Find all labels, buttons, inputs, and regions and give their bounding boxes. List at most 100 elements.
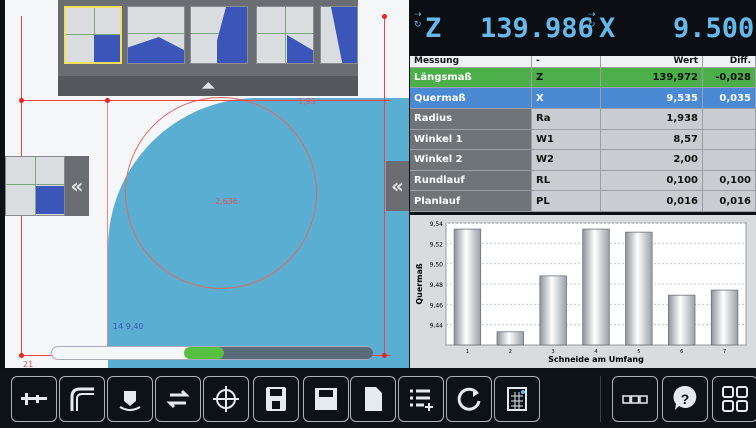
column-header: - <box>531 56 601 68</box>
measure-diff <box>702 129 756 151</box>
table-row[interactable]: Planlauf PL 0,016 0,016 <box>410 190 756 212</box>
position-readout: ⇢ ↻ Z 139.986 ⇢ ↻ X 9.500 <box>410 0 756 56</box>
save-button[interactable] <box>303 376 349 422</box>
view-thumbnail[interactable] <box>320 6 358 64</box>
radius-gauge-icon <box>70 387 94 411</box>
y-axis-label: Quermaß <box>415 263 424 305</box>
y-tick-label: 9,48 <box>430 282 444 289</box>
calculator-icon <box>507 387 527 411</box>
chart-bar <box>710 289 739 346</box>
calculator-button[interactable] <box>494 376 540 422</box>
measurement-table: Messung - Wert Diff. Längsmaß Z 139,972 … <box>410 56 756 212</box>
measure-symbol: W2 <box>531 149 601 171</box>
refresh-button[interactable] <box>446 376 492 422</box>
rotate-part-button[interactable] <box>107 376 153 422</box>
rotate-part-icon <box>119 391 141 411</box>
measure-point <box>382 353 387 358</box>
progress-knob[interactable] <box>183 347 224 359</box>
axis-arrows-icon: ⇢ ↻ <box>588 10 596 30</box>
caliper-button[interactable] <box>11 376 57 422</box>
list-add-button[interactable] <box>398 376 444 422</box>
radius-gauge-button[interactable] <box>59 376 105 422</box>
layout-grid-button[interactable] <box>712 376 756 422</box>
table-row[interactable]: Quermaß X 9,535 0,035 <box>410 87 756 110</box>
measure-value: 0,100 <box>600 170 703 192</box>
measure-symbol: Z <box>531 67 601 89</box>
document-icon <box>365 387 382 411</box>
x-axis-value: 9.500 <box>673 13 755 44</box>
label-corner: 21 <box>23 360 34 368</box>
chevron-up-icon: ⏶ <box>201 76 215 95</box>
measure-name: Rundlauf <box>410 170 532 192</box>
chart-bar <box>496 331 524 346</box>
measure-symbol: X <box>531 87 601 110</box>
measure-value: 2,00 <box>600 149 703 171</box>
measure-value: 1,938 <box>600 108 703 130</box>
caliper-icon <box>21 393 47 405</box>
measure-name: Radius <box>410 108 532 130</box>
x-axis-label: Schneide am Umfang <box>548 355 644 364</box>
list-add-icon <box>410 389 433 411</box>
chart-panel: 9,54 9,52 9,50 9,48 9,46 9,44 1 2 3 4 5 6 7 Quermaß … <box>410 215 756 368</box>
collapse-right-button[interactable]: « <box>386 161 409 211</box>
axis-arrows-icon: ⇢ ↻ <box>414 10 422 30</box>
help-icon: ? <box>673 385 697 410</box>
measure-diff: -0,028 <box>702 67 756 89</box>
table-row[interactable]: Längsmaß Z 139,972 -0,028 <box>410 67 756 89</box>
y-tick-label: 9,46 <box>430 302 444 309</box>
save-as-button[interactable] <box>253 376 299 422</box>
side-view-thumbnail[interactable] <box>5 156 65 216</box>
label-lower: 14 9,40 <box>113 322 144 331</box>
swap-button[interactable] <box>155 376 201 422</box>
x-tick-label: 1 <box>466 349 469 355</box>
more-options-button[interactable] <box>612 376 658 422</box>
double-chevron-left-icon: « <box>391 174 404 198</box>
bottom-toolbar: ? <box>0 370 756 428</box>
view-thumbnail[interactable] <box>64 6 122 64</box>
measure-point <box>105 98 110 103</box>
toolbar-divider <box>600 376 601 422</box>
measure-name: Winkel 2 <box>410 149 532 171</box>
table-row[interactable]: Radius Ra 1,938 <box>410 108 756 130</box>
crosshair-icon <box>213 386 239 412</box>
help-button[interactable]: ? <box>662 376 708 422</box>
new-document-button[interactable] <box>350 376 396 422</box>
view-thumbnail[interactable] <box>190 6 248 64</box>
view-thumbnail[interactable] <box>127 6 185 64</box>
measure-diff: 0,100 <box>702 170 756 192</box>
y-tick-label: 9,44 <box>430 323 444 330</box>
measure-value: 9,535 <box>600 87 703 110</box>
radius-fit-circle <box>125 97 317 289</box>
measure-diff <box>702 108 756 130</box>
measure-value: 0,016 <box>600 190 703 212</box>
measure-line-inner <box>107 100 108 355</box>
chart-bar <box>582 228 610 346</box>
column-header: Diff. <box>702 56 756 68</box>
x-tick-label: 6 <box>680 349 683 355</box>
measure-value: 8,57 <box>600 129 703 151</box>
measure-diff <box>702 149 756 171</box>
collapse-left-button[interactable]: « <box>65 156 89 216</box>
measure-point <box>382 14 387 19</box>
double-chevron-left-icon: « <box>70 174 84 198</box>
progress-track-remaining <box>205 347 373 359</box>
measure-point <box>19 353 24 358</box>
measure-symbol: RL <box>531 170 601 192</box>
table-row[interactable]: Winkel 1 W1 8,57 <box>410 129 756 151</box>
table-row[interactable]: Rundlauf RL 0,100 0,100 <box>410 170 756 192</box>
measure-name: Planlauf <box>410 190 532 212</box>
column-header: Messung <box>410 56 532 68</box>
svg-text:?: ? <box>681 391 690 407</box>
swap-icon <box>166 389 190 409</box>
grid-icon <box>722 386 748 412</box>
view-thumbnail[interactable] <box>256 6 314 64</box>
column-header: Wert <box>600 56 703 68</box>
measure-diff: 0,016 <box>702 190 756 212</box>
crosshair-button[interactable] <box>203 376 249 422</box>
collapse-thumbnails-button[interactable]: ⏶ <box>58 76 358 96</box>
table-row[interactable]: Winkel 2 W2 2,00 <box>410 149 756 171</box>
measure-symbol: W1 <box>531 129 601 151</box>
label-center: 2,636 <box>215 197 238 206</box>
y-tick-label: 9,50 <box>430 262 444 269</box>
measure-line-top <box>21 100 391 101</box>
